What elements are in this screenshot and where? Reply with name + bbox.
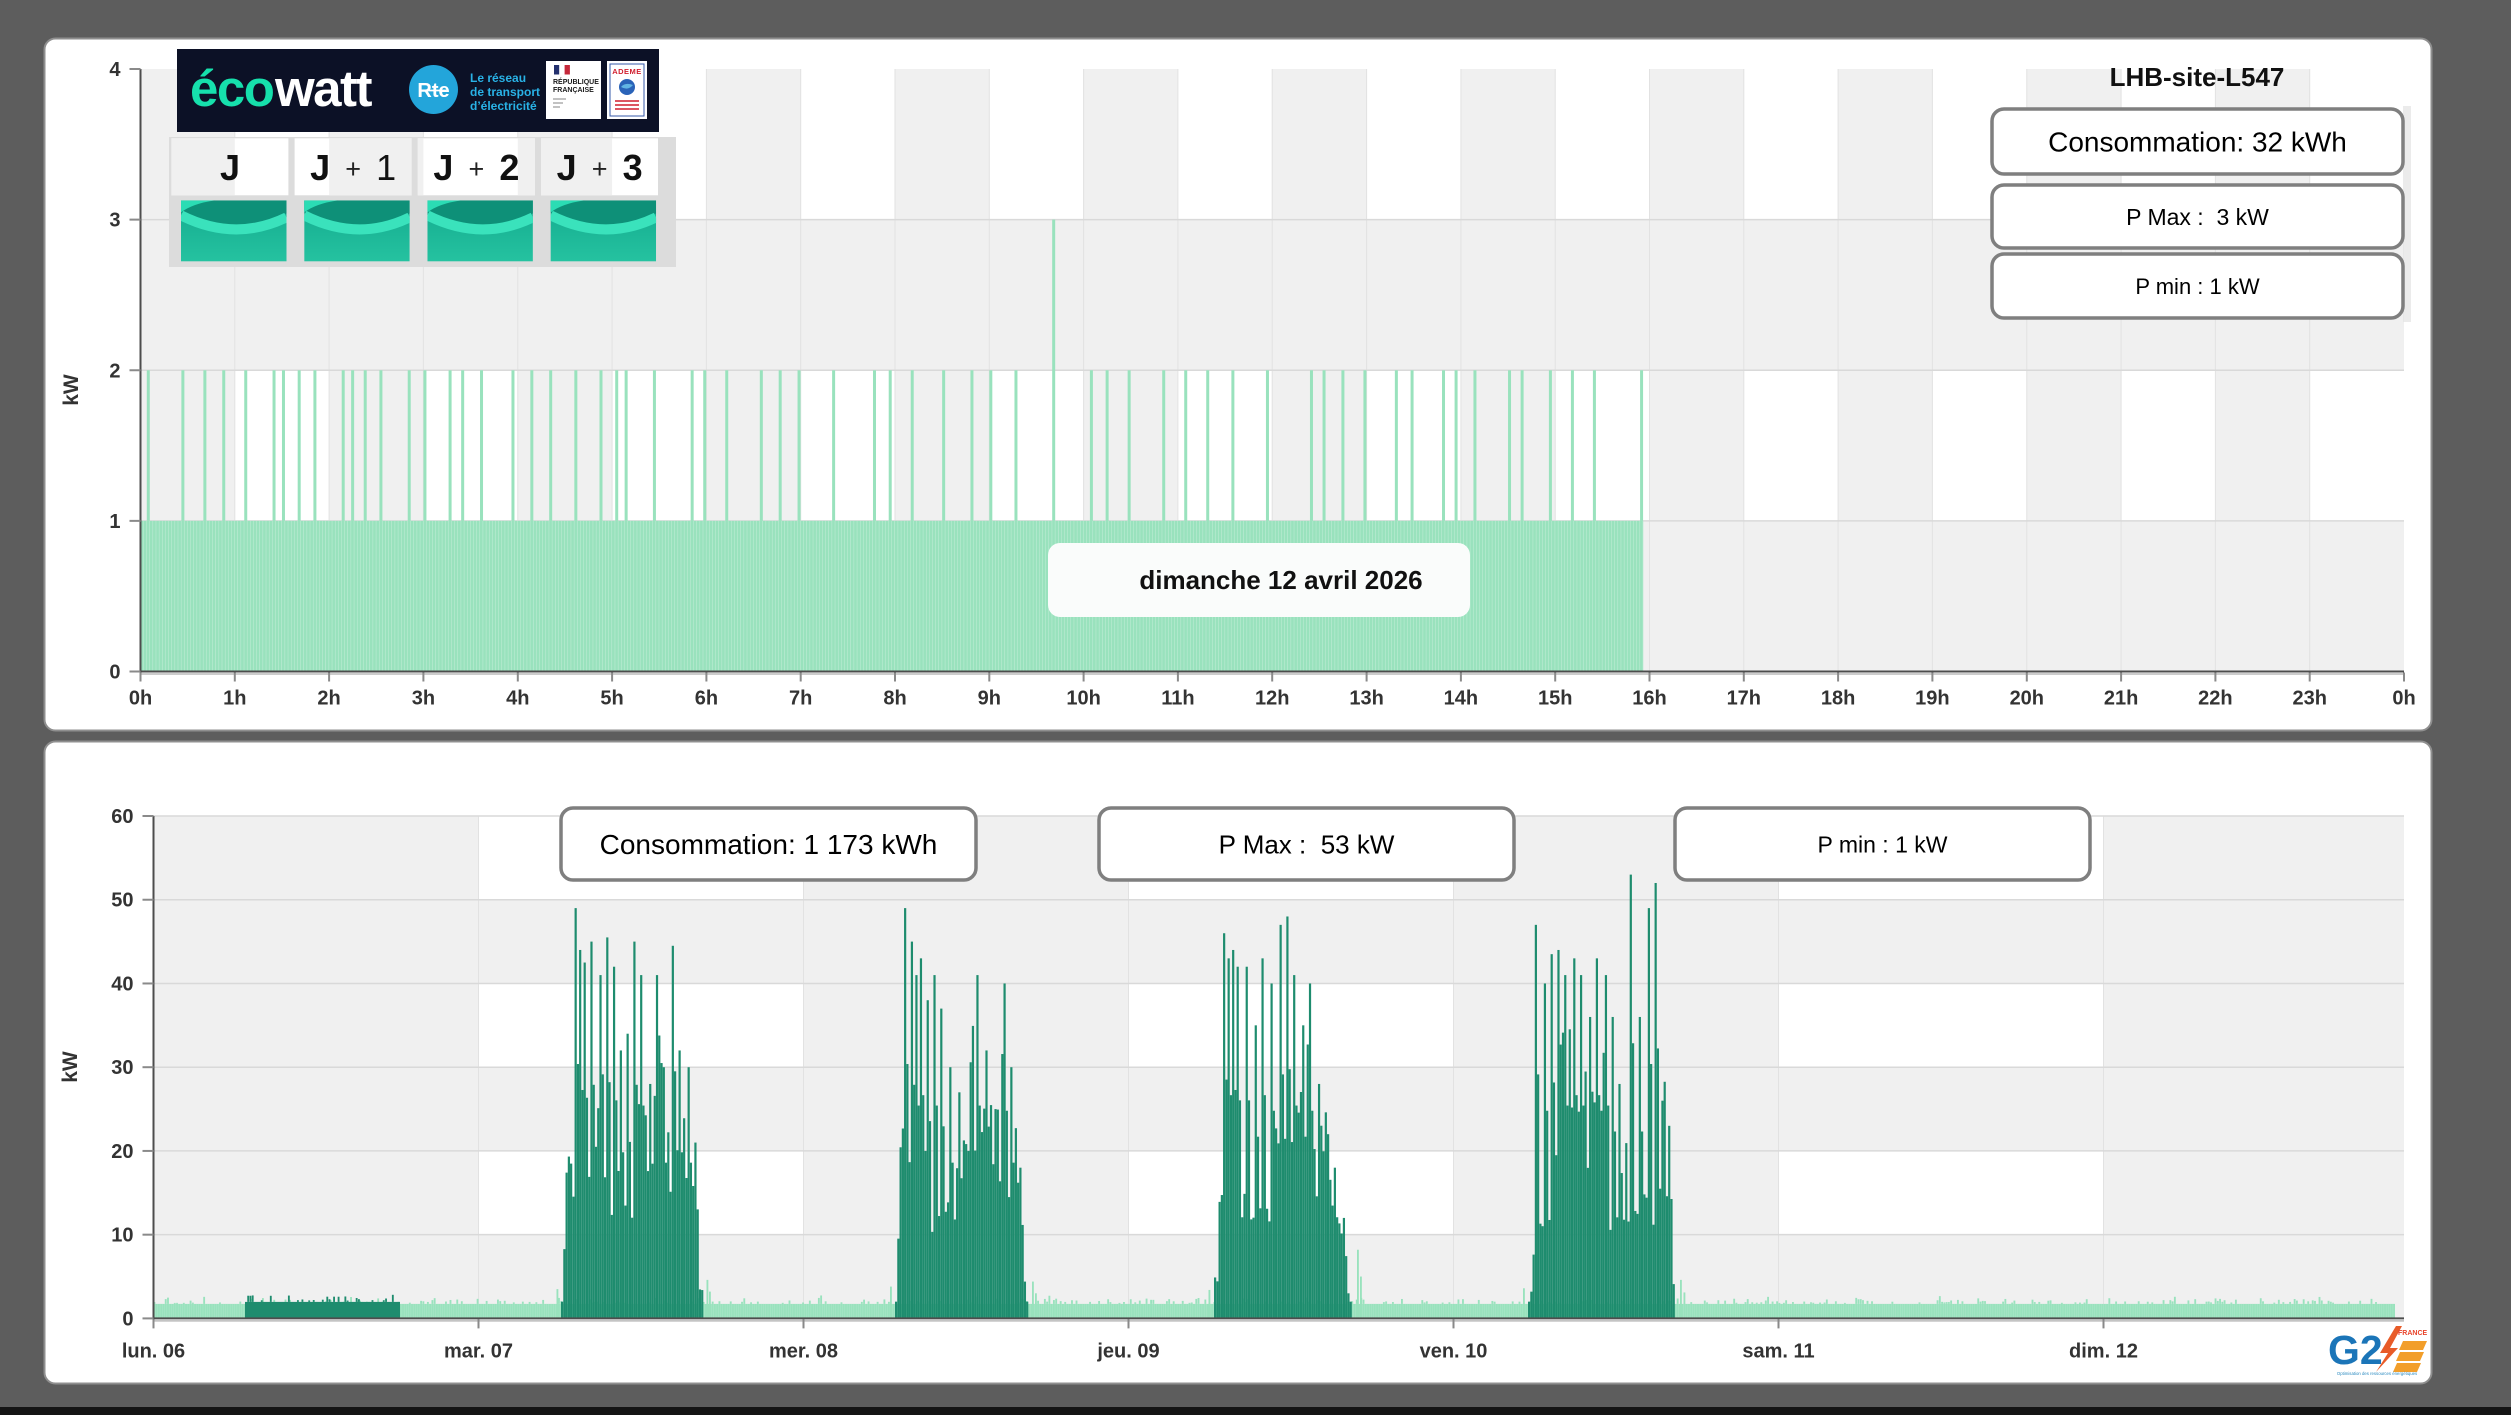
svg-text:sam. 11: sam. 11 [1742, 1340, 1814, 1362]
svg-text:10h: 10h [1066, 688, 1100, 710]
svg-text:+: + [469, 154, 485, 184]
svg-text:P Max : 3 kW: P Max : 3 kW [2126, 204, 2269, 230]
svg-text:lun. 06: lun. 06 [122, 1340, 185, 1362]
svg-text:0h: 0h [2392, 688, 2415, 710]
svg-text:12h: 12h [1255, 688, 1289, 710]
svg-text:FRANCE: FRANCE [2398, 1330, 2427, 1337]
svg-text:dim. 12: dim. 12 [2069, 1340, 2138, 1362]
svg-text:LHB-site-L547: LHB-site-L547 [2110, 62, 2285, 92]
svg-text:13h: 13h [1349, 688, 1383, 710]
svg-text:18h: 18h [1821, 688, 1855, 710]
svg-text:Consommation: 32 kWh: Consommation: 32 kWh [2048, 127, 2347, 158]
svg-text:9h: 9h [978, 688, 1001, 710]
svg-text:20: 20 [111, 1141, 133, 1163]
svg-text:40: 40 [111, 973, 133, 995]
svg-text:3h: 3h [412, 688, 435, 710]
svg-text:4: 4 [109, 59, 121, 81]
svg-text:17h: 17h [1727, 688, 1761, 710]
svg-text:10: 10 [111, 1225, 133, 1247]
svg-text:ven. 10: ven. 10 [1420, 1340, 1488, 1362]
svg-text:8h: 8h [883, 688, 906, 710]
svg-text:0h: 0h [129, 688, 152, 710]
svg-text:éco: éco [190, 60, 274, 117]
svg-text:P min : 1 kW: P min : 1 kW [2135, 274, 2260, 299]
svg-text:2: 2 [499, 147, 519, 188]
svg-text:J: J [433, 147, 453, 188]
svg-text:J: J [310, 147, 330, 188]
svg-text:6h: 6h [695, 688, 718, 710]
svg-text:3: 3 [109, 210, 120, 232]
svg-text:ADEME: ADEME [612, 67, 642, 76]
svg-text:2: 2 [109, 360, 120, 382]
svg-text:11h: 11h [1161, 688, 1194, 710]
svg-text:+: + [345, 154, 361, 184]
svg-text:J: J [557, 147, 577, 188]
svg-text:d’électricité: d’électricité [470, 99, 537, 113]
svg-text:1: 1 [376, 147, 396, 188]
svg-text:kW: kW [60, 374, 83, 406]
svg-text:7h: 7h [789, 688, 812, 710]
svg-text:+: + [592, 154, 608, 184]
svg-text:FRANÇAISE: FRANÇAISE [553, 87, 594, 94]
svg-text:23h: 23h [2292, 688, 2326, 710]
svg-text:Optimisation des ressources én: Optimisation des ressources énergétiques [2337, 1371, 2417, 1376]
svg-text:4h: 4h [506, 688, 529, 710]
svg-text:1: 1 [109, 511, 120, 533]
svg-text:1h: 1h [223, 688, 246, 710]
svg-text:dimanche 12 avril 2026: dimanche 12 avril 2026 [1139, 565, 1422, 595]
svg-text:J: J [220, 147, 240, 188]
svg-text:2h: 2h [317, 688, 340, 710]
svg-text:watt: watt [274, 60, 373, 117]
svg-text:0: 0 [122, 1308, 133, 1330]
svg-text:60: 60 [111, 806, 133, 828]
svg-text:Le réseau: Le réseau [470, 71, 526, 85]
svg-text:19h: 19h [1915, 688, 1949, 710]
svg-text:de transport: de transport [470, 85, 540, 99]
svg-text:3: 3 [623, 147, 643, 188]
svg-text:mer. 08: mer. 08 [769, 1340, 838, 1362]
svg-text:mar. 07: mar. 07 [444, 1340, 513, 1362]
svg-text:14h: 14h [1444, 688, 1478, 710]
svg-text:20h: 20h [2010, 688, 2044, 710]
svg-text:Consommation: 1 173 kWh: Consommation: 1 173 kWh [600, 829, 938, 860]
svg-text:0: 0 [109, 662, 120, 684]
svg-text:RÉPUBLIQUE: RÉPUBLIQUE [553, 77, 599, 86]
svg-text:16h: 16h [1632, 688, 1666, 710]
svg-text:30: 30 [111, 1057, 133, 1079]
svg-text:G2: G2 [2328, 1327, 2383, 1373]
svg-text:50: 50 [111, 890, 133, 912]
svg-text:5h: 5h [600, 688, 623, 710]
svg-text:P min : 1 kW: P min : 1 kW [1818, 831, 1948, 857]
svg-text:kW: kW [59, 1051, 82, 1083]
svg-text:15h: 15h [1538, 688, 1572, 710]
svg-text:22h: 22h [2198, 688, 2232, 710]
svg-text:jeu. 09: jeu. 09 [1096, 1340, 1159, 1362]
svg-text:21h: 21h [2104, 688, 2138, 710]
svg-text:P Max : 53 kW: P Max : 53 kW [1219, 829, 1395, 859]
